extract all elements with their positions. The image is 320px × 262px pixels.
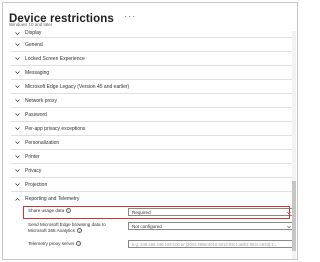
category-password[interactable]: Password (11, 108, 293, 122)
category-label: Password (25, 111, 47, 118)
category-locked-screen[interactable]: Locked Screen Experience (11, 52, 293, 66)
edge-analytics-label-wrap: Send Microsoft Edge browsing data to Mic… (28, 222, 123, 233)
category-projection[interactable]: Projection (11, 178, 293, 192)
category-reporting-telemetry[interactable]: Reporting and Telemetry (11, 192, 293, 206)
page-subtitle: Windows 10 and later (9, 22, 53, 27)
category-edge-legacy[interactable]: Microsoft Edge Legacy (Version 45 and ea… (11, 80, 293, 94)
panel-header: Device restrictions ··· Windows 10 and l… (9, 9, 291, 31)
category-label: Display (25, 30, 42, 36)
edge-analytics-dropdown[interactable]: Not configured (128, 222, 295, 230)
category-per-app-privacy[interactable]: Per-app privacy exceptions (11, 122, 293, 136)
device-restrictions-panel: Device restrictions ··· Windows 10 and l… (2, 2, 298, 260)
chevron-down-icon (11, 70, 23, 75)
info-icon[interactable]: i (76, 227, 82, 233)
chevron-down-icon (11, 126, 23, 131)
chevron-down-icon (287, 225, 291, 228)
chevron-down-icon (11, 154, 23, 159)
category-label: Locked Screen Experience (25, 55, 85, 62)
chevron-down-icon (11, 31, 23, 36)
category-display[interactable]: Display (11, 30, 293, 38)
category-label: Network proxy (25, 97, 57, 104)
vertical-scrollbar[interactable] (292, 31, 296, 259)
telemetry-proxy-setting: Telemetry proxy server i e.g. 249.166.246… (11, 237, 295, 251)
chevron-down-icon (11, 168, 23, 173)
telemetry-proxy-label-wrap: Telemetry proxy server i (28, 241, 123, 247)
more-options-icon[interactable]: ··· (124, 9, 136, 23)
chevron-down-icon (11, 42, 23, 47)
highlight-box (23, 206, 290, 219)
edge-analytics-label: Send Microsoft Edge browsing data to Mic… (28, 222, 106, 233)
category-label: Privacy (25, 167, 42, 174)
category-label: General (25, 41, 43, 48)
category-label: Microsoft Edge Legacy (Version 45 and ea… (25, 83, 130, 90)
telemetry-proxy-label: Telemetry proxy server (28, 241, 75, 246)
category-general[interactable]: General (11, 38, 293, 52)
category-privacy[interactable]: Privacy (11, 164, 293, 178)
telemetry-proxy-input[interactable]: e.g. 249.166.246.109:100 or [2001:4898:4… (128, 240, 295, 248)
chevron-up-icon (11, 197, 23, 202)
category-network-proxy[interactable]: Network proxy (11, 94, 293, 108)
chevron-down-icon (11, 182, 23, 187)
edge-analytics-value: Not configured (132, 224, 162, 229)
chevron-down-icon (11, 98, 23, 103)
chevron-down-icon (11, 84, 23, 89)
info-icon[interactable]: i (76, 241, 82, 247)
category-label: Printer (25, 153, 40, 160)
scrollbar-thumb[interactable] (292, 181, 296, 251)
category-label: Reporting and Telemetry (25, 196, 80, 202)
chevron-down-icon (11, 56, 23, 61)
category-label: Projection (25, 181, 48, 188)
category-messaging[interactable]: Messaging (11, 66, 293, 80)
chevron-down-icon (11, 112, 23, 117)
category-label: Per-app privacy exceptions (25, 125, 86, 132)
chevron-down-icon (11, 140, 23, 145)
category-label: Messaging (25, 69, 50, 76)
category-label: Personalization (25, 139, 60, 146)
category-printer[interactable]: Printer (11, 150, 293, 164)
edge-analytics-setting: Send Microsoft Edge browsing data to Mic… (11, 219, 295, 237)
category-personalization[interactable]: Personalization (11, 136, 293, 150)
